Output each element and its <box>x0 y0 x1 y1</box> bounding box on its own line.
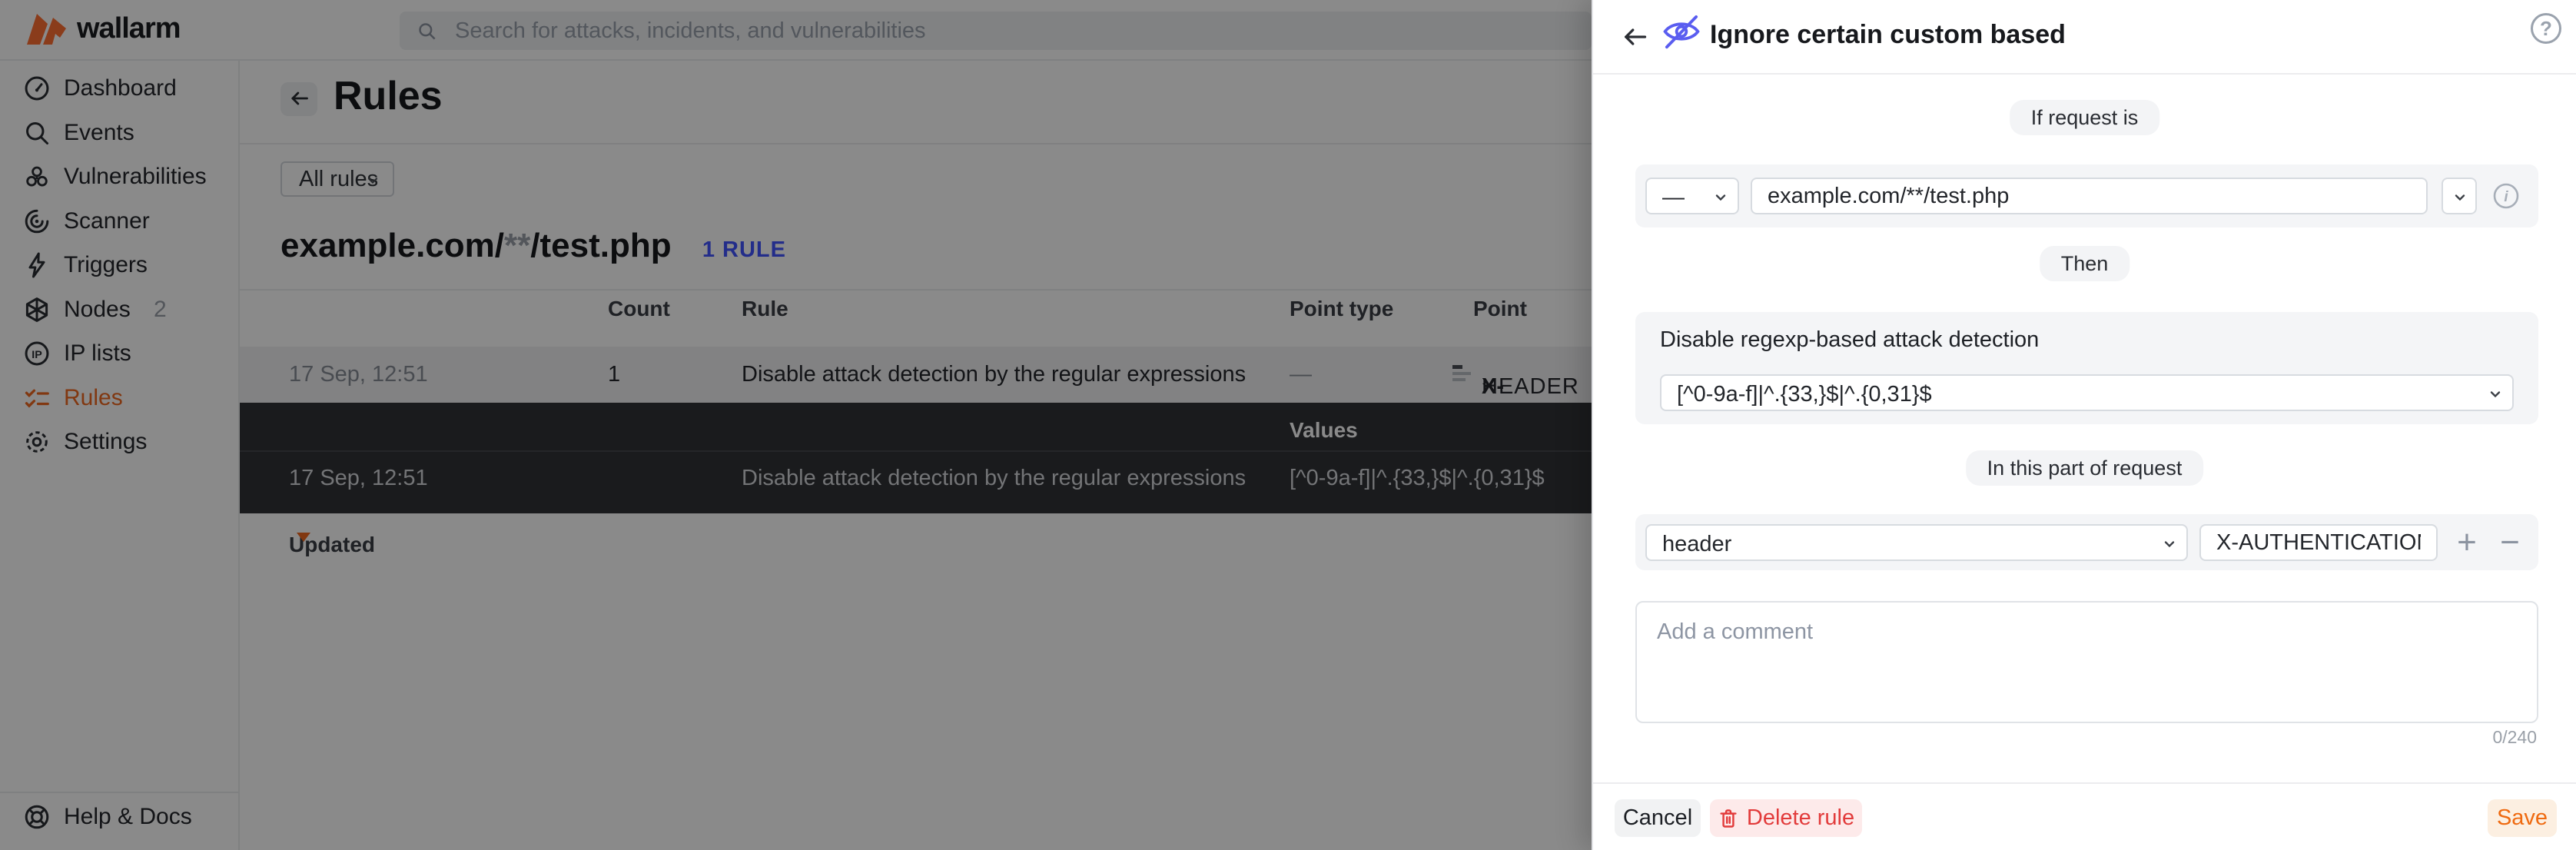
comment-char-counter: 0/240 <box>2492 727 2537 748</box>
condition-uri-input[interactable] <box>1751 178 2428 214</box>
condition-operator-select[interactable]: — <box>1645 178 1739 214</box>
back-arrow-icon <box>1621 23 1648 51</box>
action-regex-select[interactable]: [^0-9a-f]|^.{33,}$|^.{0,31}$ <box>1660 374 2514 411</box>
if-request-chip: If request is <box>2010 100 2160 135</box>
save-button[interactable]: Save <box>2488 799 2557 837</box>
action-group: Disable regexp-based attack detection [^… <box>1635 312 2538 424</box>
chevron-down-icon <box>2488 387 2503 402</box>
part-of-request-chip: In this part of request <box>1966 450 2204 486</box>
drawer-header: Ignore certain custom based ? <box>1593 0 2576 75</box>
add-point-button[interactable]: + <box>2450 524 2484 561</box>
point-group: header + − <box>1635 514 2538 570</box>
remove-point-button[interactable]: − <box>2493 524 2527 561</box>
action-regex-value: [^0-9a-f]|^.{33,}$|^.{0,31}$ <box>1677 382 1932 407</box>
help-icon[interactable]: ? <box>2531 13 2561 44</box>
eye-off-icon <box>1661 11 1702 52</box>
chevron-down-icon <box>1713 190 1728 205</box>
drawer-footer: Cancel Delete rule Save <box>1593 782 2576 850</box>
point-type-select[interactable]: header <box>1645 524 2188 561</box>
then-chip: Then <box>2040 246 2130 281</box>
trash-icon <box>1718 808 1739 829</box>
app-root: wallarm Dashboard Events Vulnerabilities <box>0 0 2576 850</box>
chevron-down-icon <box>2162 536 2177 552</box>
cancel-button[interactable]: Cancel <box>1615 799 1701 837</box>
condition-group: — i <box>1635 164 2538 227</box>
action-title: Disable regexp-based attack detection <box>1660 327 2039 353</box>
point-name-input[interactable] <box>2199 524 2438 561</box>
drawer-back-button[interactable] <box>1618 20 1651 54</box>
svg-text:i: i <box>2504 189 2508 205</box>
drawer-title: Ignore certain custom based <box>1710 20 2066 50</box>
delete-rule-button[interactable]: Delete rule <box>1710 799 1862 837</box>
rule-editor-drawer: Ignore certain custom based ? If request… <box>1592 0 2576 850</box>
info-icon[interactable]: i <box>2493 183 2519 209</box>
comment-textarea[interactable] <box>1635 601 2538 723</box>
point-type-value: header <box>1662 532 1731 557</box>
modal-overlay[interactable] <box>0 0 1592 850</box>
chevron-down-icon <box>2452 190 2468 205</box>
delete-rule-label: Delete rule <box>1747 805 1854 830</box>
condition-add-select[interactable] <box>2442 178 2477 214</box>
condition-operator-value: — <box>1662 185 1685 211</box>
